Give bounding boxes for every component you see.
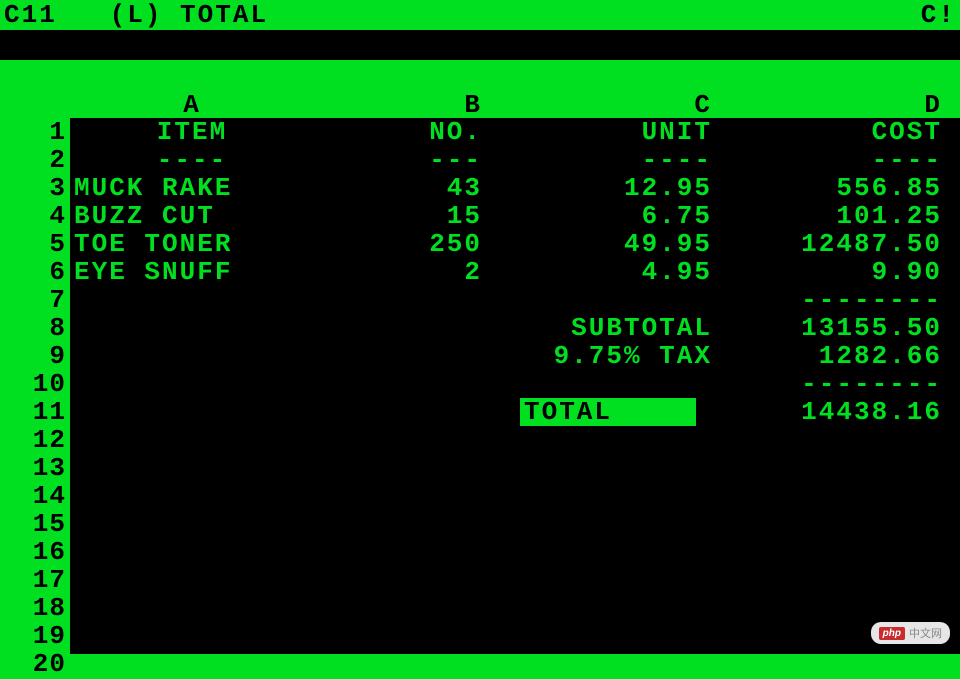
row-number: 15 bbox=[0, 510, 70, 538]
tax-label[interactable]: 9.75% TAX bbox=[490, 342, 720, 370]
cell-no[interactable]: 15 bbox=[310, 202, 490, 230]
total-value[interactable]: 14438.16 bbox=[720, 398, 950, 426]
table-row[interactable]: -------- bbox=[70, 370, 960, 398]
table-row[interactable]: SUBTOTAL 13155.50 bbox=[70, 314, 960, 342]
divider: -------- bbox=[720, 370, 950, 398]
row-number: 3 bbox=[0, 174, 70, 202]
divider: ---- bbox=[70, 146, 310, 174]
subtotal-value[interactable]: 13155.50 bbox=[720, 314, 950, 342]
right-value: 25 bbox=[921, 30, 956, 60]
divider: ---- bbox=[720, 146, 950, 174]
row-number: 2 bbox=[0, 146, 70, 174]
cell-no[interactable]: 2 bbox=[310, 258, 490, 286]
table-row[interactable]: TOE TONER 250 49.95 12487.50 bbox=[70, 230, 960, 258]
cell-cost[interactable]: 9.90 bbox=[720, 258, 950, 286]
cell-item[interactable]: TOE TONER bbox=[70, 230, 310, 258]
table-row[interactable]: EYE SNUFF 2 4.95 9.90 bbox=[70, 258, 960, 286]
row-number: 16 bbox=[0, 538, 70, 566]
row-number: 19 bbox=[0, 622, 70, 650]
row-number: 17 bbox=[0, 566, 70, 594]
col-header-b: B bbox=[310, 90, 490, 118]
grid-content[interactable]: A B C D ITEM NO. UNIT COST ---- --- ----… bbox=[70, 90, 960, 654]
cell-cost[interactable]: 556.85 bbox=[720, 174, 950, 202]
subtotal-label[interactable]: SUBTOTAL bbox=[490, 314, 720, 342]
cell-item[interactable]: BUZZ CUT bbox=[70, 202, 310, 230]
cell-item[interactable]: EYE SNUFF bbox=[70, 258, 310, 286]
table-row[interactable]: MUCK RAKE 43 12.95 556.85 bbox=[70, 174, 960, 202]
cell-unit[interactable]: 6.75 bbox=[490, 202, 720, 230]
cell-unit[interactable]: 4.95 bbox=[490, 258, 720, 286]
spreadsheet-area[interactable]: 1 2 3 4 5 6 7 8 9 10 11 12 13 14 15 16 1… bbox=[0, 90, 960, 654]
watermark: php 中文网 bbox=[871, 622, 950, 644]
watermark-logo: php bbox=[879, 627, 905, 640]
cell-no[interactable]: 43 bbox=[310, 174, 490, 202]
tax-value[interactable]: 1282.66 bbox=[720, 342, 950, 370]
total-label: TOTAL bbox=[520, 398, 616, 426]
row-number: 7 bbox=[0, 286, 70, 314]
column-headers: A B C D bbox=[70, 90, 960, 118]
row-number: 18 bbox=[0, 594, 70, 622]
cell-cost[interactable]: 101.25 bbox=[720, 202, 950, 230]
row-number: 1 bbox=[0, 118, 70, 146]
formula-bar: C11 (L) TOTAL C! bbox=[0, 0, 960, 30]
cell-reference: C11 bbox=[4, 0, 57, 30]
table-row[interactable]: BUZZ CUT 15 6.75 101.25 bbox=[70, 202, 960, 230]
header-cost[interactable]: COST bbox=[720, 118, 950, 146]
divider: -------- bbox=[720, 286, 950, 314]
row-number: 8 bbox=[0, 314, 70, 342]
row-number: 5 bbox=[0, 230, 70, 258]
table-row[interactable]: -------- bbox=[70, 286, 960, 314]
separator-strip bbox=[0, 30, 960, 60]
table-row[interactable]: TOTAL 14438.16 bbox=[70, 398, 960, 426]
cell-cost[interactable]: 12487.50 bbox=[720, 230, 950, 258]
col-header-a: A bbox=[70, 90, 310, 118]
col-header-d: D bbox=[720, 90, 950, 118]
total-cell-selected[interactable]: TOTAL bbox=[490, 398, 720, 426]
cell-unit[interactable]: 49.95 bbox=[490, 230, 720, 258]
row-number: 13 bbox=[0, 454, 70, 482]
table-row[interactable]: 9.75% TAX 1282.66 bbox=[70, 342, 960, 370]
row-number: 4 bbox=[0, 202, 70, 230]
divider: ---- bbox=[490, 146, 720, 174]
cell-unit[interactable]: 12.95 bbox=[490, 174, 720, 202]
cell-no[interactable]: 250 bbox=[310, 230, 490, 258]
row-number: 11 bbox=[0, 398, 70, 426]
header-no[interactable]: NO. bbox=[310, 118, 490, 146]
cell-item[interactable]: MUCK RAKE bbox=[70, 174, 310, 202]
row-number-gutter: 1 2 3 4 5 6 7 8 9 10 11 12 13 14 15 16 1… bbox=[0, 90, 70, 654]
row-number: 20 bbox=[0, 650, 70, 678]
header-unit[interactable]: UNIT bbox=[490, 118, 720, 146]
row-number: 6 bbox=[0, 258, 70, 286]
formula-label: (L) TOTAL bbox=[110, 0, 268, 30]
row-number: 10 bbox=[0, 370, 70, 398]
col-header-c: C bbox=[490, 90, 720, 118]
row-number: 12 bbox=[0, 426, 70, 454]
right-indicator: C! bbox=[921, 0, 956, 30]
row-number: 9 bbox=[0, 342, 70, 370]
table-row[interactable]: ---- --- ---- ---- bbox=[70, 146, 960, 174]
divider: --- bbox=[310, 146, 490, 174]
watermark-text: 中文网 bbox=[909, 625, 942, 641]
table-row[interactable]: ITEM NO. UNIT COST bbox=[70, 118, 960, 146]
row-number: 14 bbox=[0, 482, 70, 510]
header-item[interactable]: ITEM bbox=[70, 118, 310, 146]
